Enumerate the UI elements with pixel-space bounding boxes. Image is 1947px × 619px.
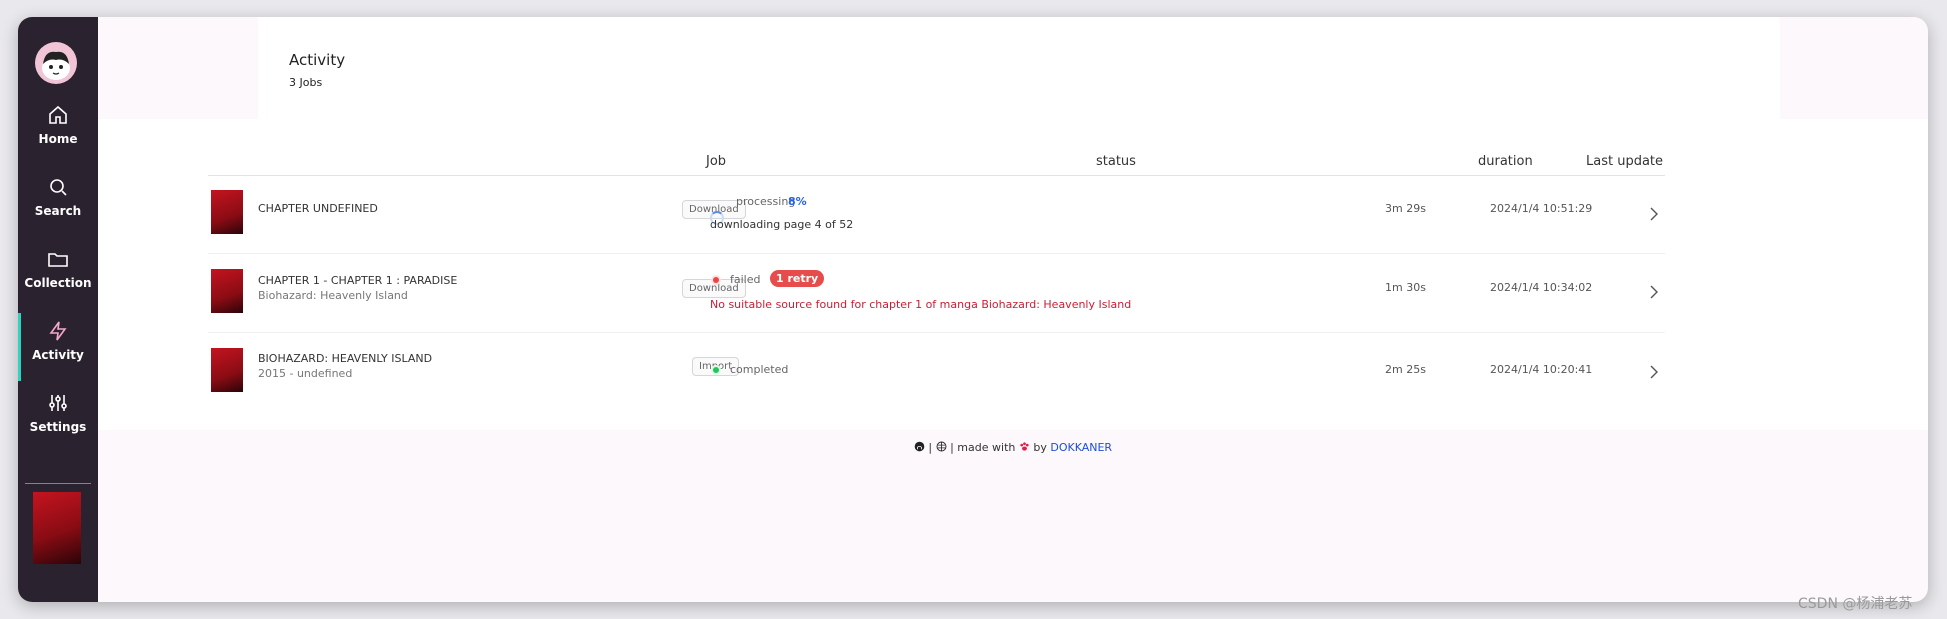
sidebar-item-collection[interactable]: Collection [18,247,98,311]
page-title: Activity [289,51,346,69]
job-title: CHAPTER 1 - CHAPTER 1 : PARADISE [258,274,458,287]
sidebar-item-label: Activity [32,348,84,362]
sliders-icon [49,395,67,411]
status-text: completed [730,363,789,376]
progress-percent: 8% [788,195,807,208]
manga-cover [211,269,243,313]
watermark: CSDN @杨浦老苏 [1798,596,1913,612]
page-header: Activity 3 Jobs [258,17,1780,119]
footer: | | made with by DOKKANER [98,441,1928,454]
sidebar-item-label: Settings [29,420,87,434]
duration: 1m 30s [1385,281,1426,294]
column-header-status: status [1096,154,1136,169]
column-header-duration: duration [1478,154,1533,169]
row-divider [208,332,1665,333]
error-message: No suitable source found for chapter 1 o… [710,298,1132,311]
avatar[interactable] [35,42,77,84]
job-count: 3 Jobs [289,76,323,89]
footer-separator: | [928,441,936,454]
job-title: CHAPTER UNDEFINED [258,202,378,215]
author-link[interactable]: DOKKANER [1050,441,1112,454]
home-icon [49,105,67,124]
globe-icon[interactable] [936,441,947,452]
column-header-job: Job [706,154,727,169]
paw-icon [1020,442,1029,451]
sidebar: Home Search Collection Activity Settings [18,17,98,602]
made-with-text: | made with [950,441,1016,454]
job-subtitle: 2015 - undefined [258,367,353,380]
job-subtitle: Biohazard: Heavenly Island [258,289,408,302]
chevron-right-icon[interactable] [1650,285,1658,299]
duration: 2m 25s [1385,363,1426,376]
retry-badge[interactable]: 1 retry [770,270,825,287]
search-icon [50,179,67,196]
completed-status-dot-icon [711,365,721,375]
job-title: BIOHAZARD: HEAVENLY ISLAND [258,352,433,365]
last-update: 2024/1/4 10:34:02 [1490,281,1593,294]
sidebar-divider [25,483,91,484]
folder-icon [48,253,68,267]
status-text: processing [736,195,796,208]
sidebar-item-label: Search [34,204,82,218]
sidebar-item-settings[interactable]: Settings [18,391,98,455]
duration: 3m 29s [1385,202,1426,215]
chevron-right-icon[interactable] [1650,365,1658,379]
sidebar-item-activity[interactable]: Activity [18,313,98,383]
current-manga-cover[interactable] [33,492,81,564]
sidebar-item-search[interactable]: Search [18,175,98,239]
sidebar-item-label: Home [38,132,78,146]
manga-cover [211,348,243,392]
sidebar-item-home[interactable]: Home [18,103,98,167]
app-window: Home Search Collection Activity Settings… [18,17,1928,602]
github-icon[interactable] [914,441,925,452]
manga-cover [211,190,243,234]
lightning-icon [49,321,67,341]
last-update: 2024/1/4 10:51:29 [1490,202,1593,215]
row-divider [208,253,1665,254]
column-header-last-update: Last update [1586,154,1664,169]
table-header-divider [208,175,1665,176]
status-text: failed [730,273,761,286]
chevron-right-icon[interactable] [1650,207,1658,221]
last-update: 2024/1/4 10:20:41 [1490,363,1593,376]
sidebar-item-label: Collection [24,276,92,290]
status-detail: downloading page 4 of 52 [710,218,854,231]
by-text: by [1033,441,1047,454]
failed-status-dot-icon [711,275,721,285]
